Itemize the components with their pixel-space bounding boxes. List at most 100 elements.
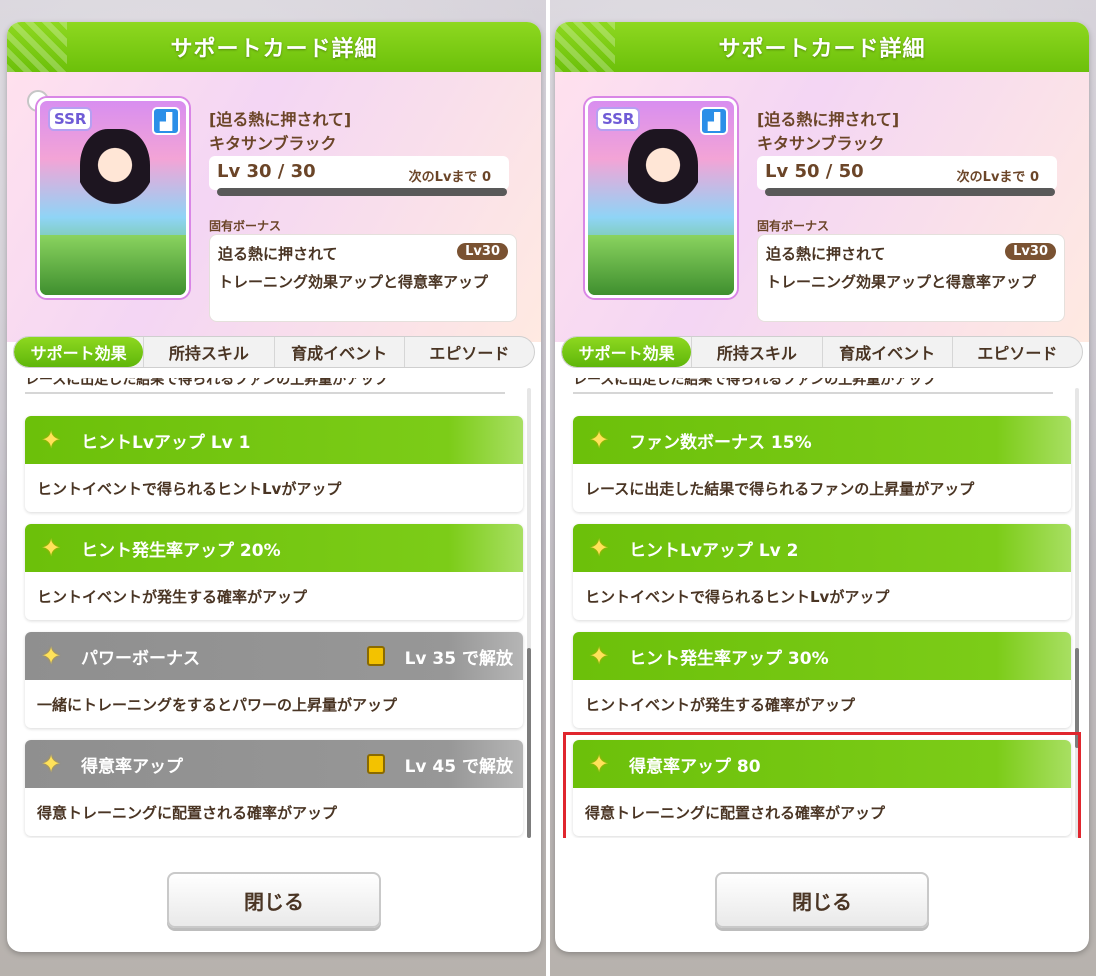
- effect-desc: ヒントイベントが発生する確率がアップ: [585, 696, 856, 714]
- effect-desc: 得意トレーニングに配置される確率がアップ: [37, 804, 338, 822]
- effect-header: ✦ 得意率アップ Lv 45 で解放: [25, 740, 523, 788]
- effect-header: ✦ 得意率アップ 80: [573, 740, 1071, 788]
- unique-bonus-name: 迫る熱に押されて: [766, 245, 886, 263]
- card-character-name: キタサンブラック: [757, 134, 885, 153]
- panel-header: サポートカード詳細: [555, 22, 1089, 72]
- effect-header: ✦ ファン数ボーナス 15%: [573, 416, 1071, 464]
- effect-desc: ヒントイベントが発生する確率がアップ: [37, 588, 308, 606]
- effect-unlock-level: Lv 45 で解放: [404, 757, 513, 777]
- effect-header: ✦ パワーボーナス Lv 35 で解放: [25, 632, 523, 680]
- level-text: Lv 50 / 50: [765, 161, 864, 182]
- effect-header: ✦ ヒントLvアップ Lv 2: [573, 524, 1071, 572]
- effects-list[interactable]: レースに出走した結果で得られるファンの上昇量がアップ ✦ ファン数ボーナス 15…: [555, 378, 1089, 838]
- effect-desc: 得意トレーニングに配置される確率がアップ: [585, 804, 886, 822]
- rarity-badge: SSR: [596, 107, 641, 131]
- tab-skills[interactable]: 所持スキル: [143, 337, 273, 367]
- effect-item-locked: ✦ パワーボーナス Lv 35 で解放 一緒にトレーニングをするとパワーの上昇量…: [25, 632, 523, 728]
- effect-header: ✦ ヒントLvアップ Lv 1: [25, 416, 523, 464]
- effect-name: ヒントLvアップ Lv 1: [81, 433, 251, 453]
- level-box: Lv 50 / 50 次のLvまで 0: [757, 156, 1057, 196]
- effect-desc: 一緒にトレーニングをするとパワーの上昇量がアップ: [37, 696, 398, 714]
- unique-bonus-box: 迫る熱に押されて Lv30 トレーニング効果アップと得意率アップ: [209, 234, 517, 322]
- effect-header: ✦ ヒント発生率アップ 30%: [573, 632, 1071, 680]
- sparkle-icon: ✦: [589, 642, 610, 670]
- card-art-field: [588, 235, 734, 295]
- tab-skills[interactable]: 所持スキル: [691, 337, 821, 367]
- level-box: Lv 30 / 30 次のLvまで 0: [209, 156, 509, 196]
- effect-name: ファン数ボーナス 15%: [629, 433, 812, 453]
- effect-name: 得意率アップ: [81, 757, 183, 777]
- screenshot-divider: [546, 0, 550, 976]
- tab-support-effect[interactable]: サポート効果: [14, 337, 144, 367]
- effect-unlock-level: Lv 35 で解放: [404, 649, 513, 669]
- effect-name: ヒントLvアップ Lv 2: [629, 541, 799, 561]
- tab-training-events[interactable]: 育成イベント: [273, 337, 404, 367]
- unique-bonus-level-badge: Lv30: [1005, 243, 1056, 260]
- effect-name: ヒント発生率アップ 30%: [629, 649, 829, 669]
- effect-desc: ヒントイベントで得られるヒントLvがアップ: [585, 588, 890, 606]
- effect-desc: ヒントイベントで得られるヒントLvがアップ: [37, 480, 342, 498]
- tab-support-effect[interactable]: サポート効果: [562, 337, 692, 367]
- card-info-area: SSR ▟ [迫る熱に押されて] キタサンブラック Lv 30 / 30 次のL…: [7, 72, 541, 342]
- close-button[interactable]: 閉じる: [167, 872, 381, 928]
- unique-bonus-label: 固有ボーナス: [757, 219, 830, 233]
- level-progress-bar: [217, 188, 507, 196]
- card-image[interactable]: SSR ▟: [585, 98, 737, 298]
- card-title: [迫る熱に押されて]: [757, 110, 900, 129]
- unique-bonus-box: 迫る熱に押されて Lv30 トレーニング効果アップと得意率アップ: [757, 234, 1065, 322]
- unique-bonus-name: 迫る熱に押されて: [218, 245, 338, 263]
- card-character-name: キタサンブラック: [209, 134, 337, 153]
- tab-bar: サポート効果 所持スキル 育成イベント エピソード: [13, 336, 535, 368]
- unique-bonus-desc: トレーニング効果アップと得意率アップ: [766, 273, 1037, 291]
- card-art-field: [40, 235, 186, 295]
- lock-icon: [367, 754, 385, 774]
- close-button[interactable]: 閉じる: [715, 872, 929, 928]
- card-character-art: [80, 129, 150, 219]
- sparkle-icon: ✦: [589, 750, 610, 778]
- effect-name: パワーボーナス: [81, 649, 200, 669]
- effect-item: ✦ ヒント発生率アップ 20% ヒントイベントが発生する確率がアップ: [25, 524, 523, 620]
- partial-effect-row: レースに出走した結果で得られるファンの上昇量がアップ: [25, 378, 505, 394]
- effect-name: ヒント発生率アップ 20%: [81, 541, 281, 561]
- sparkle-icon: ✦: [41, 426, 62, 454]
- effect-item: ✦ ヒントLvアップ Lv 1 ヒントイベントで得られるヒントLvがアップ: [25, 416, 523, 512]
- unique-bonus-desc: トレーニング効果アップと得意率アップ: [218, 273, 489, 291]
- rarity-badge: SSR: [48, 107, 93, 131]
- support-card-detail-panel-right: サポートカード詳細 SSR ▟ [迫る熱に押されて] キタサンブラック Lv 5…: [555, 22, 1089, 952]
- sparkle-icon: ✦: [41, 534, 62, 562]
- panel-title: サポートカード詳細: [170, 37, 378, 62]
- effect-name: 得意率アップ 80: [629, 757, 761, 777]
- card-image[interactable]: SSR ▟: [37, 98, 189, 298]
- effects-list[interactable]: レースに出走した結果で得られるファンの上昇量がアップ ✦ ヒントLvアップ Lv…: [7, 378, 541, 838]
- panel-header: サポートカード詳細: [7, 22, 541, 72]
- next-level-label: 次のLvまで 0: [956, 170, 1039, 185]
- unique-bonus-label: 固有ボーナス: [209, 219, 282, 233]
- card-info-area: SSR ▟ [迫る熱に押されて] キタサンブラック Lv 50 / 50 次のL…: [555, 72, 1089, 342]
- effect-item: ✦ ファン数ボーナス 15% レースに出走した結果で得られるファンの上昇量がアッ…: [573, 416, 1071, 512]
- effect-item: ✦ ヒントLvアップ Lv 2 ヒントイベントで得られるヒントLvがアップ: [573, 524, 1071, 620]
- effect-item-highlighted: ✦ 得意率アップ 80 得意トレーニングに配置される確率がアップ: [573, 740, 1071, 836]
- effect-item-locked: ✦ 得意率アップ Lv 45 で解放 得意トレーニングに配置される確率がアップ: [25, 740, 523, 836]
- sparkle-icon: ✦: [589, 534, 610, 562]
- sparkle-icon: ✦: [41, 750, 62, 778]
- sparkle-icon: ✦: [41, 642, 62, 670]
- lock-icon: [367, 646, 385, 666]
- effect-desc: レースに出走した結果で得られるファンの上昇量がアップ: [585, 480, 975, 498]
- support-card-detail-panel-left: サポートカード詳細 SSR ▟ [迫る熱に押されて] キタサンブラック Lv 3…: [7, 22, 541, 952]
- level-progress-bar: [765, 188, 1055, 196]
- level-text: Lv 30 / 30: [217, 161, 316, 182]
- tab-bar: サポート効果 所持スキル 育成イベント エピソード: [561, 336, 1083, 368]
- tab-episodes[interactable]: エピソード: [403, 337, 534, 367]
- tab-episodes[interactable]: エピソード: [951, 337, 1082, 367]
- card-character-art: [628, 129, 698, 219]
- unique-bonus-level-badge: Lv30: [457, 243, 508, 260]
- next-level-label: 次のLvまで 0: [408, 170, 491, 185]
- panel-title: サポートカード詳細: [718, 37, 926, 62]
- partial-effect-row: レースに出走した結果で得られるファンの上昇量がアップ: [573, 378, 1053, 394]
- boot-icon: ▟: [152, 107, 180, 135]
- effect-header: ✦ ヒント発生率アップ 20%: [25, 524, 523, 572]
- scrollbar-thumb[interactable]: [527, 648, 531, 838]
- boot-icon: ▟: [700, 107, 728, 135]
- tab-training-events[interactable]: 育成イベント: [821, 337, 952, 367]
- card-title: [迫る熱に押されて]: [209, 110, 352, 129]
